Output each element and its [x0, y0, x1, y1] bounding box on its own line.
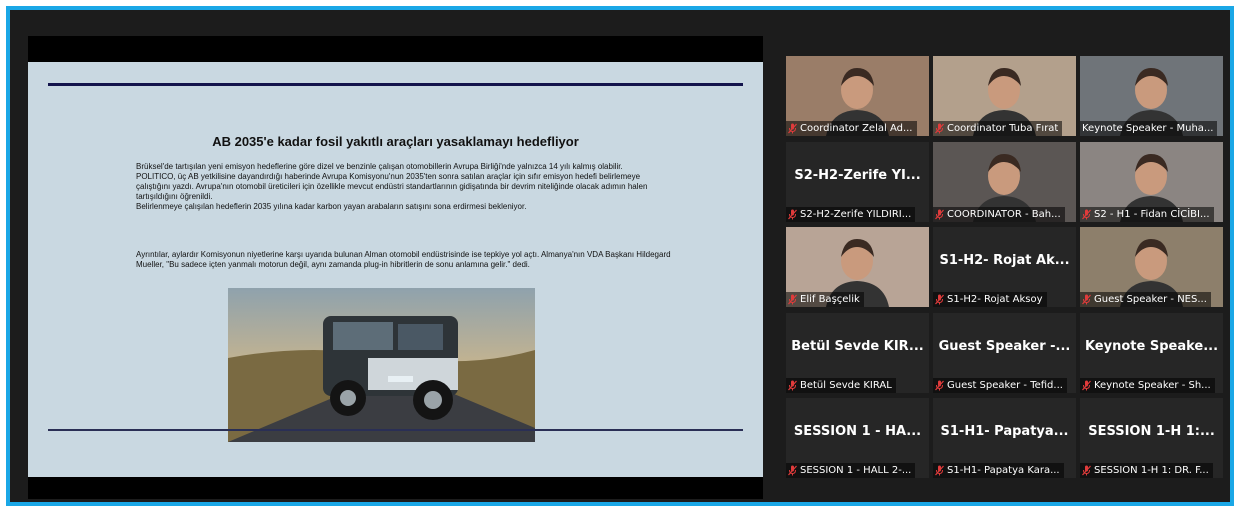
participant-name-label: Elif Başçelik: [786, 292, 864, 307]
participant-name-label: S1-H1- Papatya Kara...: [933, 463, 1064, 478]
participant-display-name: Keynote Speake...: [1084, 338, 1219, 354]
screen-share-area: AB 2035'e kadar fosil yakıtlı araçları y…: [28, 36, 763, 499]
slide-paragraph: Ayrıntılar, aylardır Komisyonun niyetler…: [136, 250, 671, 269]
participant-tile[interactable]: SESSION 1-H 1:... SESSION 1-H 1: DR. F...: [1080, 398, 1223, 478]
participant-name: Elif Başçelik: [800, 294, 860, 305]
muted-mic-icon: [935, 465, 944, 476]
participant-display-name: Guest Speaker -...: [938, 338, 1071, 354]
slide-bottom-rule: [48, 429, 743, 431]
participant-name: Keynote Speaker - Sh...: [1094, 379, 1211, 391]
participant-name-label: SESSION 1 - HALL 2-...: [786, 463, 916, 478]
muted-mic-icon: [935, 294, 944, 305]
participant-name: S2 - H1 - Fidan CİCİBI...: [1094, 208, 1210, 220]
muted-mic-icon: [788, 123, 797, 134]
slide-body-bottom: Ayrıntılar, aylardır Komisyonun niyetler…: [136, 250, 676, 270]
participant-name-label: Coordinator Zelal Ad...: [786, 121, 917, 136]
slide-title: AB 2035'e kadar fosil yakıtlı araçları y…: [212, 134, 579, 149]
app-window-frame: AB 2035'e kadar fosil yakıtlı araçları y…: [6, 6, 1234, 506]
participant-name: S1-H2- Rojat Aksoy: [947, 294, 1043, 305]
muted-mic-icon: [1082, 294, 1091, 305]
participant-tile[interactable]: Keynote Speake... Keynote Speaker - Sh...: [1080, 312, 1223, 393]
participant-tile[interactable]: Keynote Speaker - Muha...: [1080, 56, 1223, 136]
participant-tile[interactable]: SESSION 1 - HA... SESSION 1 - HALL 2-...: [786, 398, 929, 478]
muted-mic-icon: [935, 123, 944, 134]
muted-mic-icon: [935, 380, 944, 390]
participant-name-label: SESSION 1-H 1: DR. F...: [1080, 463, 1213, 478]
participant-name: Guest Speaker - NES...: [1094, 294, 1207, 305]
participant-tile[interactable]: Coordinator Tuba Fırat: [933, 56, 1076, 136]
muted-mic-icon: [1082, 209, 1091, 219]
muted-mic-icon: [788, 209, 797, 219]
participant-display-name: S1-H1- Papatya...: [940, 424, 1069, 439]
participant-name: Coordinator Zelal Ad...: [800, 123, 913, 134]
participant-name: Betül Sevde KIRAL: [800, 379, 892, 391]
participant-display-name: S1-H2- Rojat Ak...: [939, 253, 1070, 268]
muted-mic-icon: [788, 465, 797, 476]
participant-name-label: S2 - H1 - Fidan CİCİBI...: [1080, 206, 1214, 222]
participant-name-label: Guest Speaker - NES...: [1080, 292, 1211, 307]
slide-top-rule: [48, 83, 743, 86]
participant-name: S1-H1- Papatya Kara...: [947, 465, 1060, 476]
slide-paragraph: Brüksel'de tartışılan yeni emisyon hedef…: [136, 162, 623, 171]
participant-display-name: Betül Sevde KIR...: [791, 338, 924, 354]
muted-mic-icon: [788, 294, 797, 305]
participant-tile[interactable]: Guest Speaker - NES...: [1080, 227, 1223, 307]
participant-display-name: SESSION 1-H 1:...: [1088, 424, 1215, 439]
muted-mic-icon: [935, 209, 944, 219]
participant-name: Keynote Speaker - Muha...: [1082, 123, 1214, 134]
presentation-slide: AB 2035'e kadar fosil yakıtlı araçları y…: [28, 62, 763, 477]
participant-name-label: S2-H2-Zerife YILDIRI...: [786, 206, 916, 222]
participant-tile[interactable]: S1-H1- Papatya... S1-H1- Papatya Kara...: [933, 398, 1076, 478]
slide-paragraph: POLITICO, üç AB yetkilisine dayandırdığı…: [136, 172, 648, 201]
participant-name: S2-H2-Zerife YILDIRI...: [800, 208, 912, 220]
participant-tile[interactable]: Guest Speaker -... Guest Speaker - Tefid.…: [933, 312, 1076, 393]
participant-name-label: S1-H2- Rojat Aksoy: [933, 292, 1047, 307]
slide-paragraph: Belirlenmeye çalışılan hedeflerin 2035 y…: [136, 202, 527, 211]
participant-name: COORDINATOR - Bah...: [947, 208, 1061, 220]
participant-tile[interactable]: S1-H2- Rojat Ak... S1-H2- Rojat Aksoy: [933, 227, 1076, 307]
participant-gallery: Coordinator Zelal Ad... Coordinator Tuba …: [786, 56, 1226, 492]
participant-name-label: Betül Sevde KIRAL: [786, 377, 896, 393]
participant-name-label: Keynote Speaker - Sh...: [1080, 377, 1215, 393]
slide-body-top: Brüksel'de tartışılan yeni emisyon hedef…: [136, 162, 676, 212]
participant-display-name: S2-H2-Zerife YI...: [794, 167, 921, 183]
participant-display-name: SESSION 1 - HA...: [793, 424, 922, 439]
muted-mic-icon: [788, 380, 797, 390]
muted-mic-icon: [1082, 380, 1091, 390]
participant-tile[interactable]: Elif Başçelik: [786, 227, 929, 307]
participant-tile[interactable]: Coordinator Zelal Ad...: [786, 56, 929, 136]
participant-name: Guest Speaker - Tefid...: [947, 379, 1063, 391]
participant-name-label: COORDINATOR - Bah...: [933, 206, 1065, 222]
participant-name-label: Coordinator Tuba Fırat: [933, 121, 1063, 136]
participant-tile[interactable]: Betül Sevde KIR... Betül Sevde KIRAL: [786, 312, 929, 393]
participant-tile[interactable]: S2 - H1 - Fidan CİCİBI...: [1080, 141, 1223, 222]
participant-tile[interactable]: COORDINATOR - Bah...: [933, 141, 1076, 222]
participant-name-label: Keynote Speaker - Muha...: [1080, 121, 1218, 136]
participant-name-label: Guest Speaker - Tefid...: [933, 377, 1067, 393]
muted-mic-icon: [1082, 465, 1091, 476]
participant-tile[interactable]: S2-H2-Zerife YI... S2-H2-Zerife YILDIRI..…: [786, 141, 929, 222]
participant-name: SESSION 1-H 1: DR. F...: [1094, 465, 1209, 476]
participant-name: SESSION 1 - HALL 2-...: [800, 465, 912, 476]
participant-name: Coordinator Tuba Fırat: [947, 123, 1059, 134]
car-photo: [228, 288, 535, 442]
